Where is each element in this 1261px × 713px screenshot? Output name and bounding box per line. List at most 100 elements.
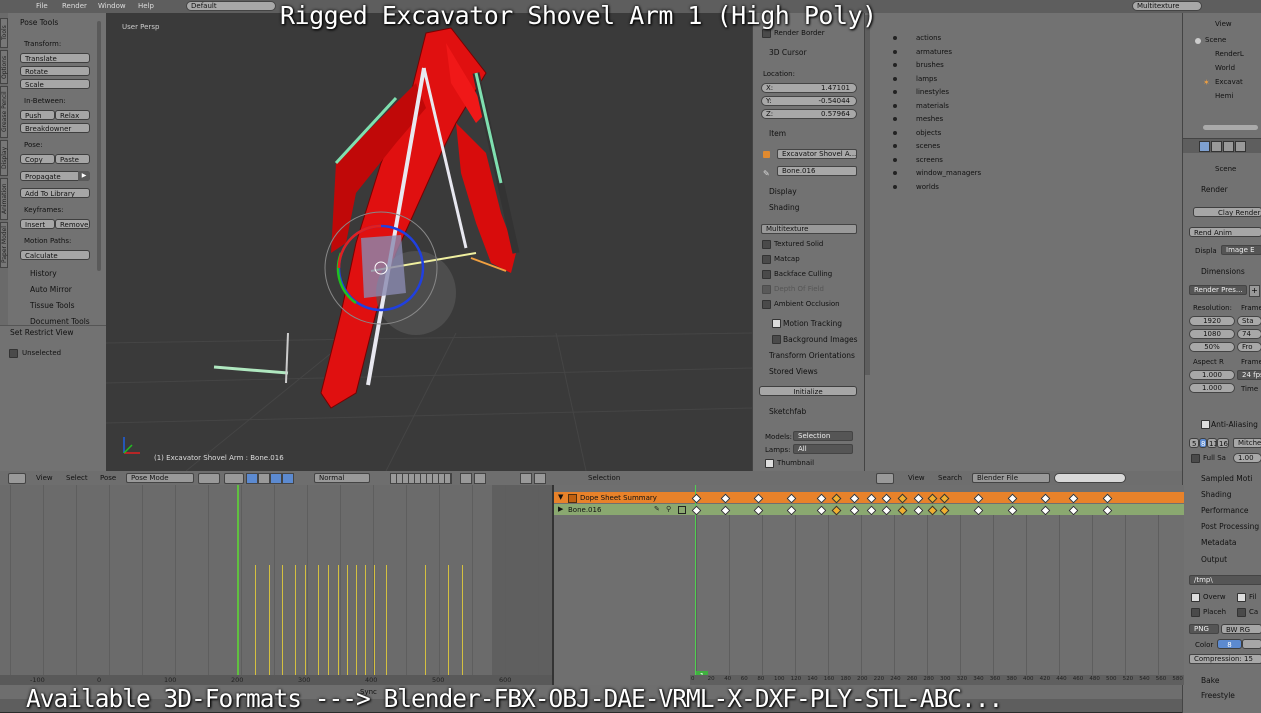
outliner-row-materials[interactable]: materials xyxy=(916,102,949,110)
history-panel-header[interactable]: History xyxy=(30,269,57,278)
output-path-field[interactable]: /tmp\ xyxy=(1189,575,1261,585)
mode-dropdown[interactable]: Pose Mode xyxy=(126,473,194,483)
scene-tree-item-renderlayers[interactable]: RenderL xyxy=(1215,50,1244,58)
aspect-y-field[interactable]: 1.000 xyxy=(1189,383,1235,393)
outliner-row-screens[interactable]: screens xyxy=(916,156,943,164)
select-menu[interactable]: Select xyxy=(66,474,88,482)
outliner-expand-icon[interactable] xyxy=(893,144,897,148)
channel-wrench-icon[interactable]: ✎ xyxy=(654,505,660,513)
screen-shading-selector[interactable]: Multitexture xyxy=(1132,1,1202,11)
cursor-z-field[interactable]: Z: 0.57964 xyxy=(761,109,857,119)
post-processing-header[interactable]: Post Processing xyxy=(1201,522,1259,531)
breakdowner-button[interactable]: Breakdowner xyxy=(20,123,90,133)
render-tab-icon[interactable] xyxy=(1199,141,1210,152)
file-extensions-checkbox[interactable] xyxy=(1237,593,1246,602)
shading-mode-dropdown[interactable]: Multitexture xyxy=(761,224,857,234)
frame-step-field[interactable]: Fro xyxy=(1237,342,1261,352)
tab-options[interactable]: Options xyxy=(0,50,8,84)
graph-editor[interactable]: -100 0 100 200 300 400 500 600 xyxy=(0,485,552,685)
scene-tree-item-hemi[interactable]: Hemi xyxy=(1215,92,1233,100)
outliner-row-window-managers[interactable]: window_managers xyxy=(916,169,981,177)
3d-cursor-header[interactable]: 3D Cursor xyxy=(769,48,807,57)
graph-playhead[interactable] xyxy=(237,485,239,685)
scene-tree-view-menu[interactable]: View xyxy=(1215,20,1232,28)
channel-expand-icon[interactable]: ▶ xyxy=(558,505,563,513)
outliner-expand-icon[interactable] xyxy=(893,130,897,135)
outliner-editor-type-icon[interactable] xyxy=(876,473,894,484)
placeholders-checkbox[interactable] xyxy=(1191,608,1200,617)
aa-samples-5-button[interactable]: 5 xyxy=(1189,438,1199,448)
add-to-library-button[interactable]: Add To Library xyxy=(20,188,90,198)
scene-tree-item-world[interactable]: World xyxy=(1215,64,1235,72)
manipulator-translate-icon[interactable] xyxy=(246,473,258,484)
render-presets-dropdown[interactable]: Render Pres... xyxy=(1189,285,1247,295)
summary-expand-icon[interactable]: ▼ xyxy=(558,493,563,501)
pose-menu[interactable]: Pose xyxy=(100,474,116,482)
proportional-icon[interactable] xyxy=(474,473,486,484)
motion-tracking-header[interactable]: Motion Tracking xyxy=(783,319,842,328)
outliner-search-input[interactable] xyxy=(1054,473,1126,483)
thumbnail-checkbox[interactable] xyxy=(765,459,774,468)
aa-filter-dropdown[interactable]: Mitche xyxy=(1233,438,1261,448)
calculate-button[interactable]: Calculate xyxy=(20,250,90,260)
aa-samples-8-button[interactable]: 8 xyxy=(1199,438,1207,448)
scene-tree-scrollbar[interactable] xyxy=(1203,125,1258,130)
paste-pose-button[interactable]: Paste xyxy=(55,154,90,164)
restrict-view-title[interactable]: Set Restrict View xyxy=(10,328,73,337)
depth-of-field-checkbox[interactable] xyxy=(762,285,771,294)
outliner-expand-icon[interactable] xyxy=(893,76,897,81)
color-mode-bw-rgb[interactable]: BW RG xyxy=(1221,624,1261,634)
tissue-tools-panel-header[interactable]: Tissue Tools xyxy=(30,301,74,310)
dimensions-header[interactable]: Dimensions xyxy=(1201,267,1245,276)
tab-animation[interactable]: Animation xyxy=(0,178,8,220)
dope-sheet-editor[interactable]: ▼ Dope Sheet Summary ▶ Bone.016 ✎ ⚲ 1 02… xyxy=(552,485,1184,685)
transform-orientations-header[interactable]: Transform Orientations xyxy=(769,351,855,360)
shading-mode-icon[interactable] xyxy=(198,473,220,484)
outliner-expand-icon[interactable] xyxy=(893,184,897,189)
render-animation-button[interactable]: Rend Anim xyxy=(1189,227,1261,237)
excavator-model-render[interactable] xyxy=(106,13,752,471)
world-tab-icon[interactable] xyxy=(1235,141,1246,152)
insert-keyframe-button[interactable]: Insert xyxy=(20,219,55,229)
models-dropdown[interactable]: Selection xyxy=(793,431,853,441)
menu-file[interactable]: File xyxy=(36,2,48,10)
file-format-dropdown[interactable]: PNG xyxy=(1189,624,1219,634)
translate-button[interactable]: Translate xyxy=(20,53,90,63)
pose-tools-title[interactable]: Pose Tools xyxy=(20,18,58,27)
outliner-display-mode-dropdown[interactable]: Blender File xyxy=(972,473,1050,483)
outliner-expand-icon[interactable] xyxy=(893,36,897,40)
auto-mirror-panel-header[interactable]: Auto Mirror xyxy=(30,285,72,294)
motion-tracking-checkbox[interactable] xyxy=(772,319,781,328)
sampled-motion-header[interactable]: Sampled Moti xyxy=(1201,474,1252,483)
lamps-dropdown[interactable]: All xyxy=(793,444,853,454)
frame-start-field[interactable]: Sta xyxy=(1237,316,1261,326)
performance-header[interactable]: Performance xyxy=(1201,506,1249,515)
outliner-view-menu[interactable]: View xyxy=(908,474,925,482)
aa-samples-11-button[interactable]: 11 xyxy=(1207,438,1217,448)
freestyle-header[interactable]: Freestyle xyxy=(1201,691,1235,700)
orientation-dropdown[interactable]: Normal xyxy=(314,473,370,483)
tab-grease-pencil[interactable]: Grease Pencil xyxy=(0,86,8,138)
outliner-row-lamps[interactable]: lamps xyxy=(916,75,937,83)
display-dropdown[interactable]: Image E xyxy=(1221,245,1261,255)
outliner-row-linestyles[interactable]: linestyles xyxy=(916,88,949,96)
output-header[interactable]: Output xyxy=(1201,555,1227,564)
cache-result-checkbox[interactable] xyxy=(1237,608,1246,617)
outliner-expand-icon[interactable] xyxy=(893,90,897,94)
render-preview-icon[interactable] xyxy=(520,473,532,484)
channel-lock-icon[interactable]: ⚲ xyxy=(666,505,671,513)
bake-header[interactable]: Bake xyxy=(1201,676,1219,685)
channel-mute-icon[interactable] xyxy=(678,506,686,514)
snap-icon[interactable] xyxy=(460,473,472,484)
bone-name-field[interactable]: Bone.016 xyxy=(777,166,857,176)
render-panel-header[interactable]: Render xyxy=(1201,185,1228,194)
copy-pose-button[interactable]: Copy xyxy=(20,154,55,164)
scene-tree-item-scene[interactable]: Scene xyxy=(1205,36,1226,44)
initialize-button[interactable]: Initialize xyxy=(759,386,857,396)
background-images-checkbox[interactable] xyxy=(772,335,781,344)
outliner-row-meshes[interactable]: meshes xyxy=(916,115,943,123)
full-sample-checkbox[interactable] xyxy=(1191,454,1200,463)
frame-end-field[interactable]: 74 xyxy=(1237,329,1261,339)
menu-window[interactable]: Window xyxy=(98,2,126,10)
tab-display[interactable]: Display xyxy=(0,140,8,176)
